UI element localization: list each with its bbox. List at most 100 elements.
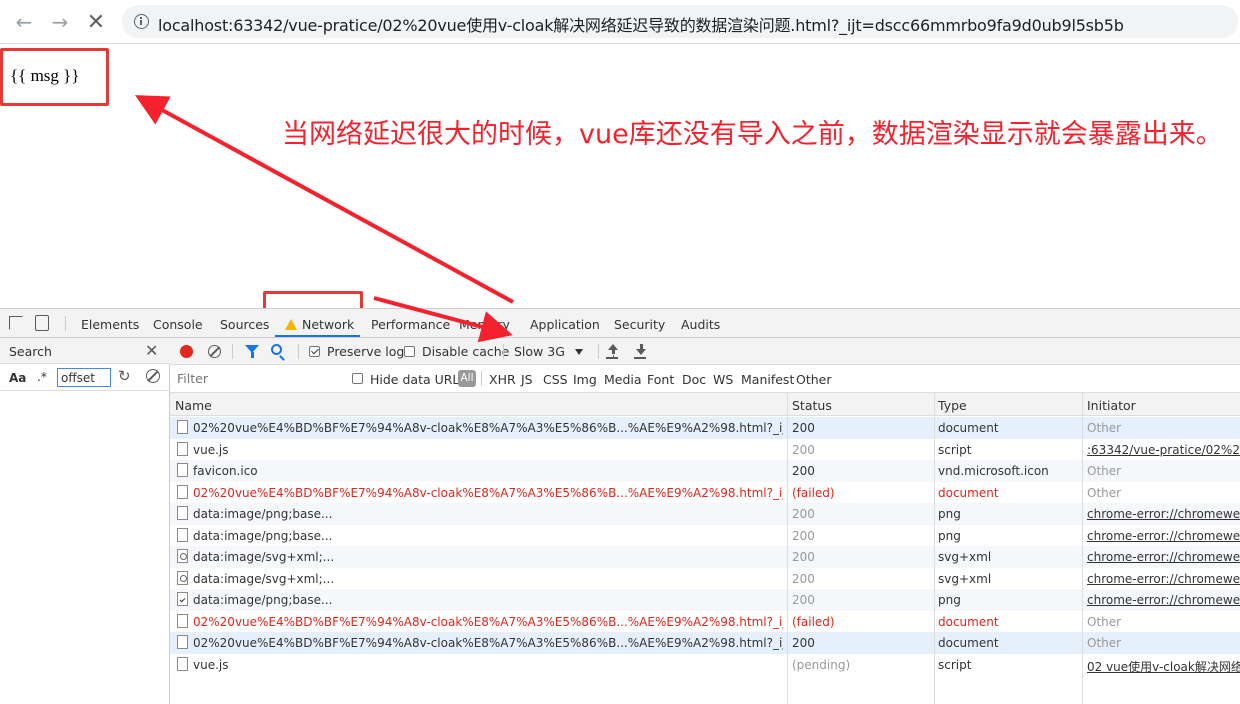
filter-all-button[interactable]: All — [458, 370, 476, 387]
stop-loading-button[interactable]: ✕ — [82, 8, 110, 36]
match-case-toggle[interactable]: Aa — [9, 371, 26, 385]
column-initiator[interactable]: Initiator — [1087, 398, 1136, 413]
filter-manifest[interactable]: Manifest — [741, 372, 794, 387]
toolbar-divider — [503, 344, 504, 359]
device-toolbar-icon[interactable] — [35, 315, 49, 331]
table-row[interactable]: vue.js 200 script:63342/vue-pratice/02%20v… — [170, 439, 1240, 461]
table-row[interactable]: 02%20vue%E4%BD%BF%E7%94%A8v-cloak%E8%A7%… — [170, 611, 1240, 633]
cell-status: 200 — [792, 636, 815, 650]
filter-other[interactable]: Other — [796, 372, 832, 387]
table-row[interactable]: vue.js (pending) script 02 vue使用v-cloak解决网络… — [170, 654, 1240, 676]
clear-search-icon[interactable] — [146, 369, 160, 383]
cell-initiator[interactable]: chrome-error://chromewebd — [1087, 593, 1240, 607]
table-row[interactable]: data:image/svg+xml;... 200 svg+xml chrome-e… — [170, 546, 1240, 568]
import-har-icon[interactable] — [607, 344, 619, 358]
close-search-icon[interactable]: ✕ — [145, 341, 158, 360]
column-divider — [1082, 393, 1083, 704]
cell-type: vnd.microsoft.icon — [938, 464, 1049, 478]
table-row[interactable]: favicon.ico 200 vnd.microsoft.icon Other — [170, 460, 1240, 482]
column-status[interactable]: Status — [792, 398, 832, 413]
table-row[interactable]: 02%20vue%E4%BD%BF%E7%94%A8v-cloak%E8%A7%… — [170, 632, 1240, 654]
back-arrow-icon: ← — [15, 10, 33, 34]
throttling-select[interactable]: Slow 3G — [512, 342, 592, 362]
filter-icon[interactable] — [245, 345, 259, 358]
cell-initiator: Other — [1087, 614, 1122, 629]
refresh-icon[interactable]: ↻ — [118, 367, 131, 385]
search-input[interactable] — [57, 368, 111, 387]
cell-initiator[interactable]: chrome-error://chromewebd — [1087, 507, 1240, 521]
tab-elements[interactable]: Elements — [81, 317, 139, 332]
record-icon[interactable] — [180, 345, 193, 358]
cell-name: 02%20vue%E4%BD%BF%E7%94%A8v-cloak%E8%A7%… — [193, 636, 783, 650]
table-row[interactable]: 02%20vue%E4%BD%BF%E7%94%A8v-cloak%E8%A7%… — [170, 482, 1240, 504]
table-header: Name Status Type Initiator — [170, 393, 1240, 416]
cell-initiator[interactable]: chrome-error://chromewebd — [1087, 572, 1240, 586]
cell-name: data:image/svg+xml;... — [193, 550, 335, 564]
tab-console[interactable]: Console — [153, 317, 203, 332]
cell-type: svg+xml — [938, 571, 992, 586]
tab-performance[interactable]: Performance — [371, 317, 450, 332]
hide-data-urls-label: Hide data URLs — [370, 372, 466, 387]
search-title: Search — [9, 344, 52, 359]
cell-initiator[interactable]: chrome-error://chromewebd — [1087, 529, 1240, 543]
forward-button[interactable]: → — [46, 8, 74, 36]
filter-img[interactable]: Img — [573, 372, 597, 387]
cell-initiator[interactable]: 02 vue使用v-cloak解决网络延 — [1087, 658, 1240, 675]
filter-media[interactable]: Media — [604, 372, 642, 387]
url-text: localhost:63342/vue-pratice/02%20vue使用v-… — [158, 16, 1124, 35]
filter-xhr[interactable]: XHR — [489, 372, 516, 387]
cell-status: 200 — [792, 507, 815, 521]
file-icon — [177, 635, 188, 649]
page-viewport: {{ msg }} 当网络延迟很大的时候，vue库还没有导入之前，数据渲染显示就… — [0, 44, 1240, 308]
tab-network[interactable]: Network — [285, 317, 354, 332]
active-tab-indicator — [275, 335, 360, 337]
clear-log-icon[interactable] — [208, 345, 221, 358]
table-row[interactable]: data:image/svg+xml;... 200 svg+xml chrome-e… — [170, 568, 1240, 590]
hide-data-urls-checkbox[interactable] — [352, 373, 363, 384]
filter-input[interactable] — [172, 368, 338, 389]
filter-css[interactable]: CSS — [543, 372, 568, 387]
cell-type: png — [938, 507, 961, 521]
cell-initiator[interactable]: chrome-error://chromewebd — [1087, 550, 1240, 564]
chevron-down-icon — [575, 349, 583, 355]
search-controls: Aa .* ↻ — [0, 364, 170, 391]
network-request-table: Name Status Type Initiator 02%20vue%E4%B… — [170, 393, 1240, 704]
preserve-log-checkbox[interactable] — [309, 346, 320, 357]
column-name[interactable]: Name — [175, 398, 212, 413]
filter-ws[interactable]: WS — [713, 372, 733, 387]
cell-name: data:image/svg+xml;... — [193, 571, 335, 586]
table-row[interactable]: 02%20vue%E4%BD%BF%E7%94%A8v-cloak%E8%A7%… — [170, 417, 1240, 439]
file-icon — [177, 592, 188, 606]
table-row[interactable]: data:image/png;base... 200 png chrome-error… — [170, 589, 1240, 611]
toolbar-divider — [481, 371, 482, 386]
table-row[interactable]: data:image/png;base... 200 png chrome-error… — [170, 503, 1240, 525]
cell-type: svg+xml — [938, 550, 992, 564]
column-type[interactable]: Type — [938, 398, 967, 413]
file-icon — [177, 570, 188, 585]
tab-security[interactable]: Security — [614, 317, 665, 332]
preserve-log-label: Preserve log — [327, 344, 405, 359]
cell-initiator[interactable]: :63342/vue-pratice/02%20vu — [1087, 443, 1240, 457]
regex-toggle[interactable]: .* — [37, 370, 47, 384]
filter-font[interactable]: Font — [647, 372, 674, 387]
inspect-element-icon[interactable] — [9, 316, 23, 330]
tab-application[interactable]: Application — [530, 317, 600, 332]
disable-cache-checkbox[interactable] — [404, 346, 415, 357]
export-har-icon[interactable] — [635, 344, 647, 358]
address-bar[interactable]: localhost:63342/vue-pratice/02%20vue使用v-… — [122, 5, 1238, 38]
search-icon[interactable] — [271, 344, 282, 355]
annotation-text: 当网络延迟很大的时候，vue库还没有导入之前，数据渲染显示就会暴露出来。 — [282, 119, 1223, 150]
filter-doc[interactable]: Doc — [682, 372, 706, 387]
filter-js[interactable]: JS — [521, 372, 533, 387]
import-har-icon-base — [606, 357, 618, 359]
info-icon[interactable] — [134, 14, 149, 29]
table-row[interactable]: data:image/png;base... 200 png chrome-error… — [170, 525, 1240, 547]
network-toolbar: Preserve log Disable cache Slow 3G — [170, 338, 1240, 365]
tab-sources[interactable]: Sources — [220, 317, 269, 332]
warning-icon — [285, 319, 297, 330]
cell-initiator: Other — [1087, 636, 1122, 650]
tab-memory[interactable]: Memory — [459, 317, 510, 332]
back-button[interactable]: ← — [10, 8, 38, 36]
tab-audits[interactable]: Audits — [681, 317, 720, 332]
cell-status: (failed) — [792, 614, 835, 629]
